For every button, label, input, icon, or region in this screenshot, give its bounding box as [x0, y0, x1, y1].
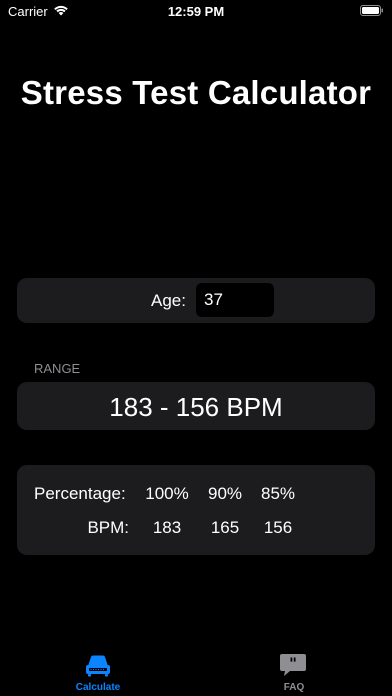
monitor-icon	[86, 655, 110, 677]
bpm-cell: 165	[210, 518, 240, 537]
bpm-row-label: BPM:	[87, 518, 129, 537]
age-label: Age:	[151, 291, 186, 310]
percentage-cell: 100%	[145, 484, 189, 503]
bpm-cell: 183	[152, 518, 182, 537]
tab-bar: Calculate " FAQ	[0, 640, 392, 696]
tab-faq-label: FAQ	[283, 682, 305, 693]
svg-text:": "	[289, 655, 297, 673]
bpm-cell: 156	[263, 518, 293, 537]
percentage-row-label: Percentage:	[34, 484, 126, 503]
range-card: 183 - 156 BPM	[17, 382, 375, 430]
page-title: Stress Test Calculator	[20, 74, 372, 111]
heart-rate-table: Percentage: 100% 90% 85% BPM: 183 165 15…	[17, 465, 375, 555]
tab-faq[interactable]: " FAQ	[196, 640, 392, 696]
percentage-cell: 90%	[207, 484, 243, 503]
range-value: 183 - 156 BPM	[109, 392, 283, 422]
tab-calculate-label: Calculate	[75, 682, 121, 693]
age-input[interactable]	[196, 283, 274, 317]
tab-calculate[interactable]: Calculate	[0, 640, 196, 696]
status-bar: Carrier 12:59 PM	[0, 0, 392, 24]
quote-bubble-icon: "	[280, 654, 306, 676]
battery-icon	[360, 5, 383, 16]
percentage-cell: 85%	[260, 484, 296, 503]
status-time: 12:59 PM	[167, 4, 225, 19]
range-section-header: RANGE	[34, 361, 81, 376]
age-card: Age:	[17, 278, 375, 323]
